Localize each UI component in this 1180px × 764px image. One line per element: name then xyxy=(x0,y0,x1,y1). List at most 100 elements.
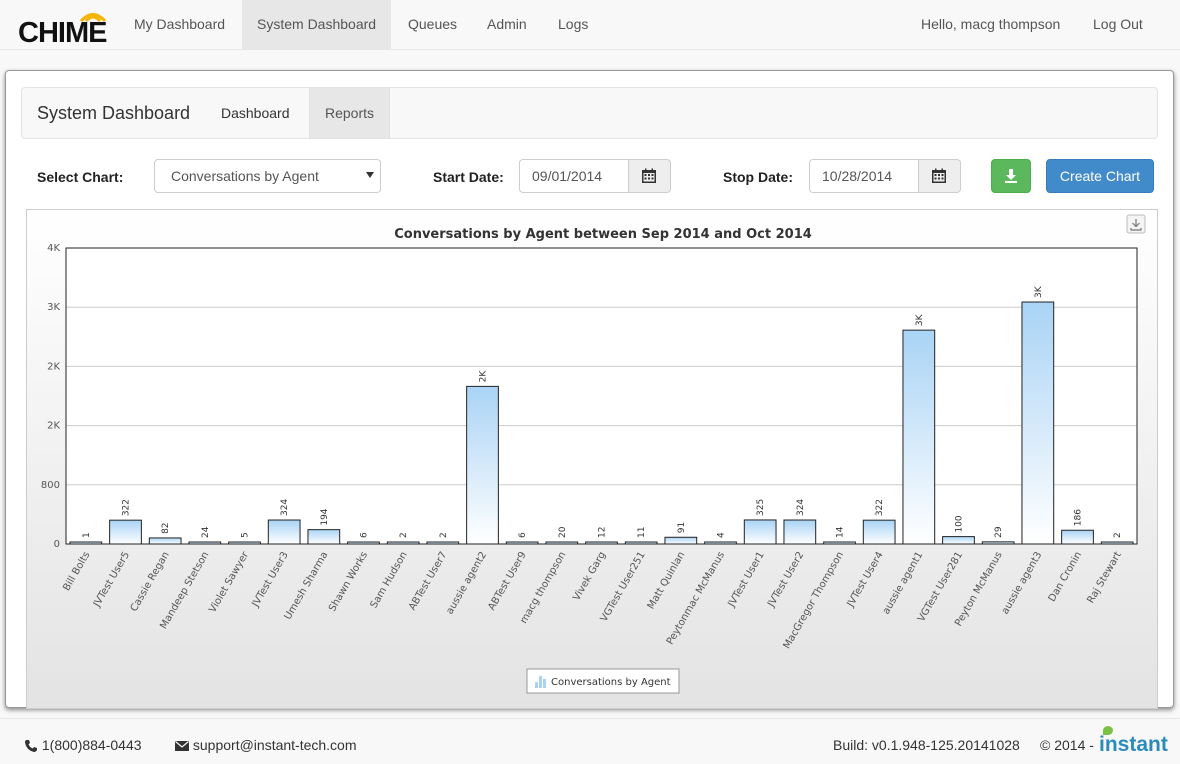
bar[interactable] xyxy=(783,519,817,545)
bar[interactable] xyxy=(228,541,261,545)
x-tick-label: Cassie Regan xyxy=(129,550,172,614)
start-date-input[interactable]: 09/01/2014 xyxy=(519,159,629,193)
chart-container: Conversations by Agent between Sep 2014 … xyxy=(26,209,1158,709)
bar[interactable] xyxy=(426,541,460,545)
bar-value-label: 325 xyxy=(756,499,766,516)
bar[interactable] xyxy=(862,519,896,545)
instant-logo-dot-icon xyxy=(1103,726,1113,735)
nav-admin[interactable]: Admin xyxy=(472,0,542,50)
bar[interactable] xyxy=(466,385,499,545)
x-tick-label: Raj Stewart xyxy=(1085,550,1123,605)
nav-my-dashboard[interactable]: My Dashboard xyxy=(119,0,240,50)
bar[interactable] xyxy=(743,519,777,545)
x-tick-label: VGTest User251 xyxy=(599,550,648,624)
select-chart-label: Select Chart: xyxy=(37,169,124,185)
bar[interactable] xyxy=(902,329,936,545)
y-tick-label: 800 xyxy=(41,480,60,491)
calendar-icon xyxy=(932,168,946,183)
nav-queues[interactable]: Queues xyxy=(393,0,472,50)
export-chart-button[interactable] xyxy=(1126,214,1146,234)
phone-text: 1(800)884-0443 xyxy=(41,737,142,753)
bar[interactable] xyxy=(664,536,698,545)
bar-value-label: 322 xyxy=(122,499,132,516)
x-tick-label: ABTest User7 xyxy=(407,550,449,612)
bar[interactable] xyxy=(505,541,539,545)
bar[interactable] xyxy=(1100,541,1134,545)
bar-value-label: 12 xyxy=(598,527,608,538)
bar-value-label: 11 xyxy=(637,527,647,538)
nav-system-dashboard[interactable]: System Dashboard xyxy=(242,0,392,50)
bar-value-label: 5 xyxy=(241,532,251,538)
page-title: System Dashboard xyxy=(37,103,191,123)
user-greeting[interactable]: Hello, macg thompson xyxy=(921,0,1060,50)
x-tick-label: Dan Cronin xyxy=(1047,550,1084,604)
tab-reports[interactable]: Reports xyxy=(309,88,391,138)
bar[interactable] xyxy=(307,529,341,545)
bar[interactable] xyxy=(69,541,103,545)
build-info: Build: v0.1.948-125.20141028 xyxy=(833,737,1020,753)
bar-value-label: 4 xyxy=(717,532,727,538)
envelope-icon xyxy=(175,741,189,752)
y-tick-label: 4K xyxy=(47,243,60,254)
bar[interactable] xyxy=(386,541,420,545)
footer-phone[interactable]: 1(800)884-0443 xyxy=(24,719,142,764)
bar-value-label: 29 xyxy=(994,526,1004,538)
bar[interactable] xyxy=(704,541,737,545)
footer-email[interactable]: support@instant-tech.com xyxy=(175,719,357,764)
x-tick-label: JVTest User3 xyxy=(250,550,291,610)
bar[interactable] xyxy=(981,541,1015,545)
bar-value-label: 324 xyxy=(280,499,290,516)
chart-select[interactable]: Conversations by Agent xyxy=(154,159,381,193)
x-tick-label: Bill Bolts xyxy=(61,550,92,593)
x-tick-label: Sam Hudson xyxy=(369,550,410,610)
create-chart-button[interactable]: Create Chart xyxy=(1046,159,1154,193)
bar-value-label: 6 xyxy=(360,532,370,538)
logout-link[interactable]: Log Out xyxy=(1093,0,1143,50)
y-tick-label: 2K xyxy=(47,421,60,432)
bar-value-label: 322 xyxy=(875,499,885,516)
bar-value-label: 2K xyxy=(479,370,489,383)
x-tick-label: aussie agent1 xyxy=(881,550,926,616)
x-tick-label: Umesh Sharma xyxy=(283,550,331,622)
phone-icon xyxy=(25,740,37,753)
start-date-picker-button[interactable] xyxy=(629,159,671,193)
bar-value-label: 194 xyxy=(320,508,330,525)
email-text: support@instant-tech.com xyxy=(192,737,357,753)
sub-navbar: System Dashboard Dashboard Reports xyxy=(21,87,1158,139)
bar[interactable] xyxy=(267,519,301,545)
tab-dashboard[interactable]: Dashboard xyxy=(206,88,305,138)
download-button[interactable] xyxy=(991,159,1031,193)
bar-value-label: 20 xyxy=(558,526,568,538)
y-tick-label: 3K xyxy=(47,302,60,313)
stop-date-input[interactable]: 10/28/2014 xyxy=(809,159,919,193)
x-tick-label: JVTest User5 xyxy=(91,550,132,610)
chart-legend[interactable]: Conversations by Agent xyxy=(526,668,680,694)
bar-value-label: 100 xyxy=(955,515,965,532)
bar[interactable] xyxy=(823,541,856,545)
bar[interactable] xyxy=(347,541,380,545)
bar[interactable] xyxy=(109,519,142,545)
logo-text: CHIME xyxy=(18,17,107,49)
x-tick-label: macg thompson xyxy=(518,550,568,626)
x-tick-label: ABTest User9 xyxy=(486,550,528,612)
bar[interactable] xyxy=(545,541,579,545)
stop-date-picker-button[interactable] xyxy=(919,159,961,193)
bar-chart: Conversations by Agent between Sep 2014 … xyxy=(41,214,1146,694)
bar[interactable] xyxy=(942,536,975,545)
bar[interactable] xyxy=(585,541,618,545)
y-tick-label: 0 xyxy=(54,539,60,550)
nav-logs[interactable]: Logs xyxy=(543,0,603,50)
legend-label: Conversations by Agent xyxy=(551,677,671,688)
bar-value-label: 1 xyxy=(82,532,92,538)
bar[interactable] xyxy=(1061,529,1094,545)
chart-title: Conversations by Agent between Sep 2014 … xyxy=(394,227,812,242)
bar-value-label: 2 xyxy=(399,532,409,538)
instant-logo: instant xyxy=(1099,726,1168,757)
stop-date-label: Stop Date: xyxy=(723,169,793,185)
bar[interactable] xyxy=(624,541,658,545)
bar[interactable] xyxy=(188,541,222,545)
bar[interactable] xyxy=(148,537,182,545)
bar-value-label: 3K xyxy=(1034,285,1044,298)
bar[interactable] xyxy=(1021,301,1055,545)
chime-logo[interactable]: CHIME xyxy=(18,6,122,49)
